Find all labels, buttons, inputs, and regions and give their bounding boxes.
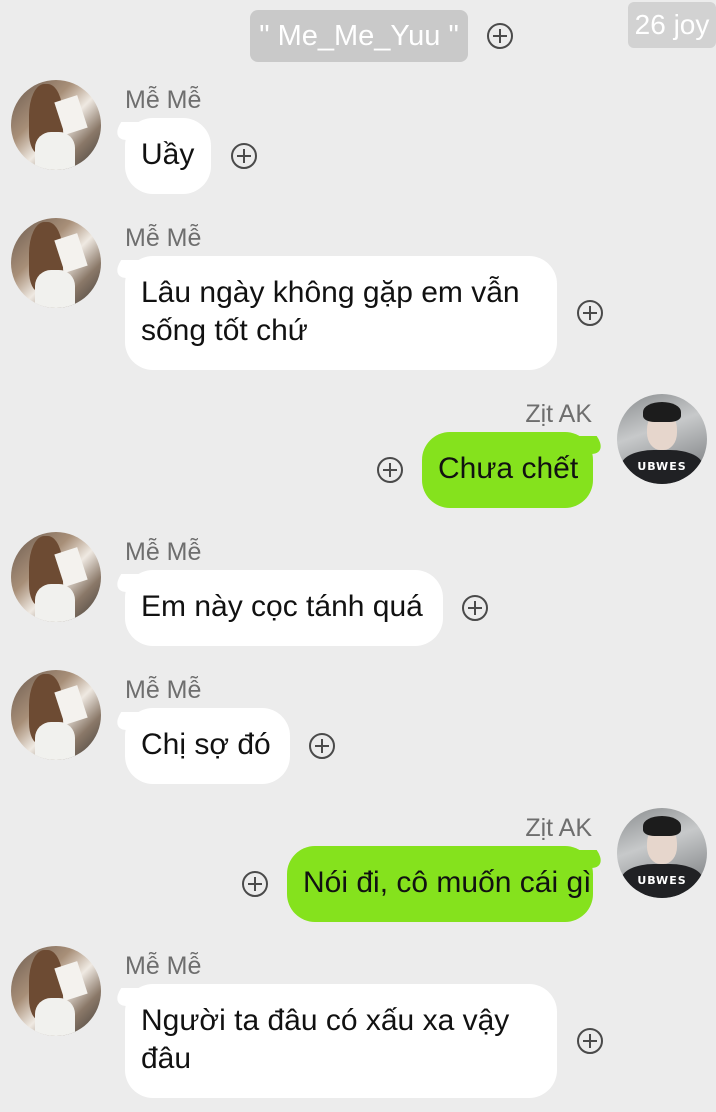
avatar[interactable]: [11, 80, 101, 170]
add-reaction-icon[interactable]: [577, 300, 603, 326]
add-icon[interactable]: [487, 23, 513, 49]
avatar-jacket-print: UBWES: [637, 874, 687, 887]
sender-name: Zịt AK: [525, 814, 592, 842]
add-reaction-icon[interactable]: [462, 595, 488, 621]
sender-name: Mễ Mễ: [125, 676, 202, 704]
message-bubble[interactable]: Uầy: [125, 118, 211, 194]
avatar-hair: [643, 402, 681, 422]
corner-badge: 26 joy: [628, 2, 716, 48]
sender-name: Mễ Mễ: [125, 952, 202, 980]
message-bubble[interactable]: Chị sợ đó: [125, 708, 290, 784]
avatar-dress: [35, 584, 75, 622]
message-bubble[interactable]: Chưa chết: [422, 432, 593, 508]
avatar-dress: [35, 270, 75, 308]
avatar-dress: [35, 132, 75, 170]
avatar[interactable]: UBWES: [617, 808, 707, 898]
add-reaction-icon[interactable]: [309, 733, 335, 759]
message-bubble[interactable]: Em này cọc tánh quá: [125, 570, 443, 646]
message-bubble[interactable]: Nói đi, cô muốn cái gì: [287, 846, 593, 922]
avatar[interactable]: [11, 532, 101, 622]
chat-title: " Me_Me_Yuu ": [250, 10, 468, 62]
avatar[interactable]: [11, 670, 101, 760]
avatar-dress: [35, 722, 75, 760]
sender-name: Mễ Mễ: [125, 224, 202, 252]
add-reaction-icon[interactable]: [377, 457, 403, 483]
avatar[interactable]: [11, 946, 101, 1036]
add-reaction-icon[interactable]: [242, 871, 268, 897]
avatar-hair: [643, 816, 681, 836]
sender-name: Mễ Mễ: [125, 86, 202, 114]
avatar[interactable]: UBWES: [617, 394, 707, 484]
sender-name: Mễ Mễ: [125, 538, 202, 566]
avatar-dress: [35, 998, 75, 1036]
add-reaction-icon[interactable]: [231, 143, 257, 169]
add-reaction-icon[interactable]: [577, 1028, 603, 1054]
sender-name: Zịt AK: [525, 400, 592, 428]
message-bubble[interactable]: Lâu ngày không gặp em vẫn sống tốt chứ: [125, 256, 557, 370]
avatar[interactable]: [11, 218, 101, 308]
message-bubble[interactable]: Người ta đâu có xấu xa vậy đâu: [125, 984, 557, 1098]
avatar-jacket-print: UBWES: [637, 460, 687, 473]
